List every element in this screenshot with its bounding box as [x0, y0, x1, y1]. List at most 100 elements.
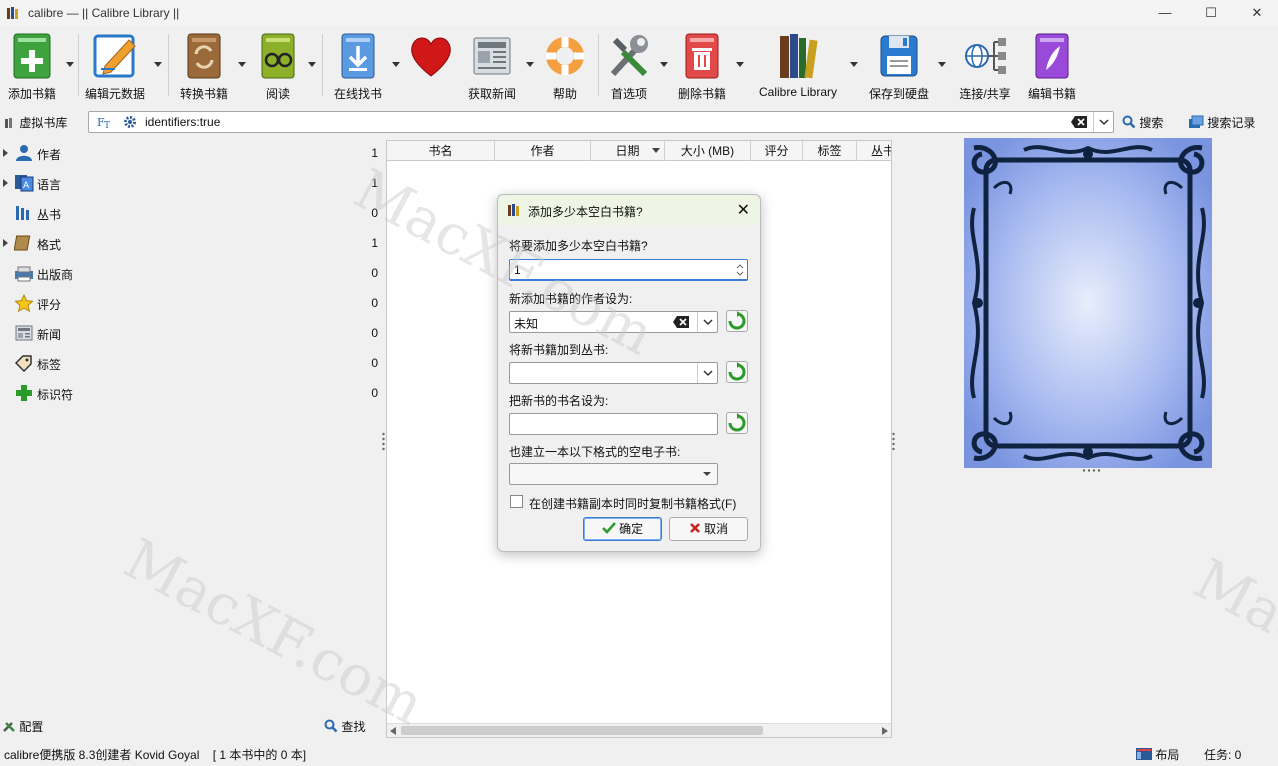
- edit-metadata-icon: [93, 34, 136, 78]
- status-text: calibre便携版 8.3创建者 Kovid Goyal [ 1 本书中的 0…: [4, 748, 307, 762]
- tag-browser-item-formats[interactable]: 格式 1: [0, 228, 384, 258]
- column-author[interactable]: 作者: [495, 141, 591, 161]
- full-text-search-icon[interactable]: FT: [97, 115, 113, 129]
- column-size[interactable]: 大小 (MB): [665, 141, 751, 161]
- search-input[interactable]: FT identifiers:true: [88, 111, 1114, 133]
- scroll-left-icon[interactable]: [390, 727, 396, 735]
- add-books-dropdown-icon[interactable]: [66, 62, 74, 68]
- book-cover-image[interactable]: [964, 138, 1212, 468]
- clear-field-icon[interactable]: [673, 316, 689, 328]
- library-button[interactable]: Calibre Library: [752, 30, 844, 102]
- gear-icon[interactable]: [123, 115, 137, 129]
- chevron-down-icon: [1099, 119, 1109, 126]
- copy-formats-label: 在创建书籍副本时同时复制书籍格式(F): [529, 497, 737, 511]
- tag-browser-item-languages[interactable]: A 语言 1: [0, 168, 384, 198]
- dialog-title: 添加多少本空白书籍?: [528, 205, 643, 219]
- left-splitter-handle[interactable]: [382, 432, 385, 452]
- preferences-dropdown-icon[interactable]: [660, 62, 668, 68]
- spin-arrows-icon[interactable]: [735, 262, 745, 278]
- jobs-indicator[interactable]: 任务: 0: [1204, 746, 1241, 763]
- column-rating[interactable]: 评分: [751, 141, 803, 161]
- horizontal-scrollbar[interactable]: [387, 723, 891, 737]
- tag-browser-item-identifiers[interactable]: 标识符 0: [0, 378, 384, 408]
- find-button[interactable]: 查找: [324, 718, 365, 735]
- reset-series-button[interactable]: [726, 361, 748, 383]
- heart-icon: [411, 37, 451, 77]
- add-books-button[interactable]: 添加书籍: [4, 30, 60, 102]
- clear-search-icon[interactable]: [1071, 116, 1087, 128]
- ok-button[interactable]: 确定: [583, 517, 662, 541]
- get-books-button[interactable]: 在线找书: [330, 30, 386, 102]
- get-books-dropdown-icon[interactable]: [392, 62, 400, 68]
- save-to-disk-button[interactable]: 保存到硬盘: [866, 30, 932, 102]
- remove-books-button[interactable]: 删除书籍: [674, 30, 730, 102]
- tag-browser-item-publishers[interactable]: 出版商 0: [0, 258, 384, 288]
- expand-arrow-icon[interactable]: [3, 179, 8, 187]
- title-bar: calibre — || Calibre Library || — ☐ ✕: [0, 0, 1278, 26]
- column-title[interactable]: 书名: [387, 141, 495, 161]
- help-button[interactable]: 帮助: [538, 30, 592, 102]
- remove-books-dropdown-icon[interactable]: [736, 62, 744, 68]
- tag-browser-item-series[interactable]: 丛书 0: [0, 198, 384, 228]
- chevron-down-icon: [703, 370, 713, 377]
- series-dropdown[interactable]: [697, 363, 717, 383]
- scrollbar-thumb[interactable]: [401, 726, 763, 735]
- reset-title-button[interactable]: [726, 412, 748, 434]
- expand-arrow-icon[interactable]: [3, 239, 8, 247]
- format-combobox[interactable]: [509, 463, 718, 485]
- svg-text:A: A: [23, 181, 30, 191]
- minimize-button[interactable]: —: [1142, 0, 1188, 26]
- column-series[interactable]: 丛书: [857, 141, 891, 161]
- tag-browser-item-tags[interactable]: 标签 0: [0, 348, 384, 378]
- column-date[interactable]: 日期: [591, 141, 665, 161]
- cancel-button[interactable]: 取消: [669, 517, 748, 541]
- save-dropdown-icon[interactable]: [938, 62, 946, 68]
- title-input[interactable]: [509, 413, 718, 435]
- configure-button[interactable]: 配置: [2, 718, 43, 735]
- close-button[interactable]: ✕: [1234, 0, 1278, 26]
- edit-metadata-button[interactable]: 编辑元数据: [84, 30, 146, 102]
- recycle-icon: [728, 362, 746, 381]
- news-icon: [473, 37, 511, 75]
- status-bar: calibre便携版 8.3创建者 Kovid Goyal [ 1 本书中的 0…: [0, 742, 1278, 766]
- book-count-spinbox[interactable]: 1: [509, 259, 748, 281]
- connect-share-button[interactable]: 连接/共享: [954, 30, 1016, 102]
- library-dropdown-icon[interactable]: [850, 62, 858, 68]
- view-book-button[interactable]: 阅读: [252, 30, 304, 102]
- tag-browser-item-rating[interactable]: 评分 0: [0, 288, 384, 318]
- expand-arrow-icon[interactable]: [3, 149, 8, 157]
- recycle-icon: [728, 413, 746, 432]
- news-icon: [15, 325, 33, 341]
- layout-button[interactable]: 布局: [1136, 746, 1179, 763]
- convert-book-icon: [187, 33, 221, 79]
- cover-splitter-handle[interactable]: [1082, 469, 1102, 472]
- search-bar-row: 虚拟书库 FT identifiers:true 搜索 搜索记录: [0, 108, 1278, 136]
- tag-browser-item-news[interactable]: 新闻 0: [0, 318, 384, 348]
- maximize-button[interactable]: ☐: [1188, 0, 1234, 26]
- view-dropdown-icon[interactable]: [308, 62, 316, 68]
- saved-searches-button[interactable]: 搜索记录: [1188, 114, 1255, 131]
- dialog-close-button[interactable]: ✕: [737, 200, 750, 220]
- convert-books-button[interactable]: 转换书籍: [176, 30, 232, 102]
- edit-book-button[interactable]: 编辑书籍: [1024, 30, 1080, 102]
- copy-formats-checkbox[interactable]: [510, 495, 523, 508]
- tag-icon: [14, 355, 32, 372]
- reset-author-button[interactable]: [726, 310, 748, 332]
- column-tags[interactable]: 标签: [803, 141, 857, 161]
- author-combobox[interactable]: 未知: [509, 311, 718, 333]
- series-combobox[interactable]: [509, 362, 718, 384]
- fetch-news-dropdown-icon[interactable]: [526, 62, 534, 68]
- read-book-icon: [261, 33, 295, 79]
- search-history-dropdown[interactable]: [1093, 112, 1113, 132]
- preferences-button[interactable]: 首选项: [602, 30, 656, 102]
- donate-button[interactable]: [404, 30, 458, 102]
- edit-metadata-dropdown-icon[interactable]: [154, 62, 162, 68]
- search-button[interactable]: 搜索: [1122, 114, 1163, 131]
- scroll-right-icon[interactable]: [882, 727, 888, 735]
- virtual-library-button[interactable]: 虚拟书库: [4, 114, 67, 131]
- right-splitter-handle[interactable]: [892, 432, 895, 452]
- tag-browser-item-authors[interactable]: 作者 1: [0, 138, 384, 168]
- fetch-news-button[interactable]: 获取新闻: [464, 30, 520, 102]
- convert-dropdown-icon[interactable]: [238, 62, 246, 68]
- author-dropdown[interactable]: [697, 312, 717, 332]
